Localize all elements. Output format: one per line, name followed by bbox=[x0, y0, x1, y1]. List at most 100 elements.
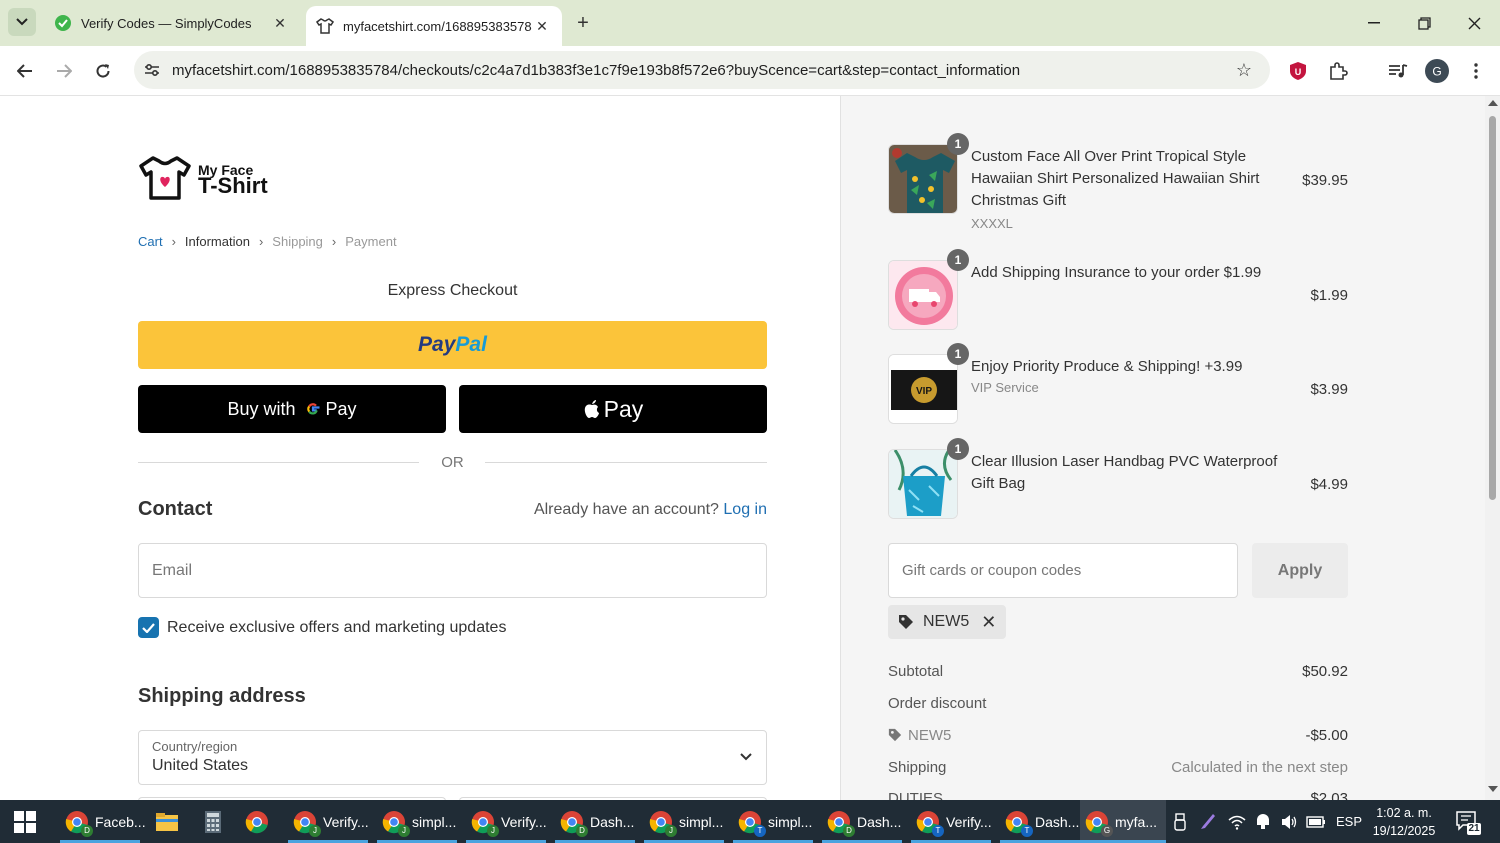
pen-icon[interactable] bbox=[1199, 813, 1217, 831]
cart-item: VIP 1 Enjoy Priority Produce & Shipping!… bbox=[888, 343, 1348, 426]
profile-badge: J bbox=[309, 824, 321, 837]
gpay-pay-text: Pay bbox=[325, 398, 357, 419]
taskbar-app-label: Verify... bbox=[946, 813, 992, 830]
extensions-puzzle-icon[interactable] bbox=[1326, 59, 1350, 83]
usb-device-icon[interactable] bbox=[1172, 812, 1188, 831]
site-settings-icon[interactable] bbox=[142, 60, 162, 80]
notification-center-icon[interactable]: 21 bbox=[1455, 809, 1481, 835]
profile-avatar[interactable]: G bbox=[1425, 59, 1449, 83]
tab-title: Verify Codes — SimplyCodes bbox=[81, 15, 252, 31]
taskbar-app[interactable]: D Dash... bbox=[822, 800, 902, 843]
marketing-checkbox-row[interactable]: Receive exclusive offers and marketing u… bbox=[138, 617, 506, 638]
bookmark-star-icon[interactable]: ☆ bbox=[1232, 58, 1256, 82]
network-icon[interactable] bbox=[1254, 813, 1272, 831]
battery-icon[interactable] bbox=[1306, 815, 1326, 828]
quantity-badge: 1 bbox=[947, 249, 969, 271]
taskbar-app[interactable]: D Dash... bbox=[555, 800, 635, 843]
duties-value: $2.03 bbox=[1310, 790, 1348, 800]
close-window-icon[interactable] bbox=[1461, 10, 1487, 36]
taskbar-app[interactable]: J Verify... bbox=[466, 800, 547, 843]
marketing-label: Receive exclusive offers and marketing u… bbox=[167, 618, 507, 636]
hawaiian-shirt-thumbnail bbox=[888, 144, 958, 214]
taskbar-app[interactable]: D Faceb... bbox=[60, 800, 146, 843]
vip-service-thumbnail: VIP bbox=[888, 354, 958, 424]
ublock-extension-icon[interactable]: U bbox=[1286, 59, 1310, 83]
discount-code-row: NEW5 -$5.00 bbox=[888, 727, 1348, 749]
breadcrumb-cart[interactable]: Cart bbox=[138, 234, 163, 249]
checkout-page: My Face T-Shirt Cart › Information › Shi… bbox=[0, 96, 1500, 800]
breadcrumb-shipping: Shipping bbox=[272, 234, 323, 249]
browser-menu-icon[interactable] bbox=[1464, 59, 1488, 83]
input-language[interactable]: ESP bbox=[1336, 814, 1362, 829]
windows-start-icon[interactable] bbox=[14, 811, 36, 833]
checkmark-icon bbox=[142, 622, 155, 633]
login-link[interactable]: Log in bbox=[723, 501, 767, 518]
taskbar-file-explorer[interactable] bbox=[150, 800, 190, 843]
shipping-address-heading: Shipping address bbox=[138, 685, 306, 707]
taskbar-app[interactable]: J Verify... bbox=[288, 800, 369, 843]
item-price: $1.99 bbox=[1310, 287, 1348, 304]
calculator-icon bbox=[205, 810, 221, 833]
paypal-button[interactable]: Pay Pal bbox=[138, 321, 767, 369]
forward-icon[interactable] bbox=[50, 57, 78, 85]
taskbar-app[interactable]: Jsimpl... bbox=[377, 800, 457, 843]
taskbar-app-label: simpl... bbox=[412, 813, 457, 830]
new-tab-button[interactable]: + bbox=[572, 12, 594, 34]
taskbar-app[interactable]: Jsimpl... bbox=[644, 800, 724, 843]
taskbar-app[interactable] bbox=[240, 800, 280, 843]
tab-search-button[interactable] bbox=[8, 8, 36, 36]
scroll-down-arrow-icon[interactable] bbox=[1488, 786, 1498, 792]
taskbar-app[interactable]: Gmyfa... bbox=[1080, 800, 1166, 843]
address-bar[interactable]: myfacetshirt.com/1688953835784/checkouts… bbox=[134, 51, 1270, 89]
tab-verify-codes[interactable]: Verify Codes — SimplyCodes ✕ bbox=[44, 6, 300, 40]
media-control-icon[interactable] bbox=[1386, 59, 1410, 83]
profile-badge: D bbox=[81, 824, 93, 837]
taskbar-app-icon bbox=[244, 809, 270, 835]
taskbar-app[interactable]: T Verify... bbox=[911, 800, 992, 843]
handbag-thumbnail bbox=[888, 449, 958, 519]
country-select[interactable]: Country/region United States bbox=[138, 730, 767, 785]
taskbar-app-icon: T bbox=[737, 809, 766, 837]
back-icon[interactable] bbox=[11, 57, 39, 85]
profile-badge: J bbox=[665, 824, 677, 837]
marketing-checkbox[interactable] bbox=[138, 617, 159, 638]
taskbar-app-icon bbox=[200, 809, 226, 835]
breadcrumb: Cart › Information › Shipping › Payment bbox=[138, 234, 397, 249]
email-field[interactable]: Email bbox=[138, 543, 767, 598]
discount-amount: -$5.00 bbox=[1305, 727, 1348, 744]
tab-myfacetshirt[interactable]: myfacetshirt.com/1688953835784 ✕ bbox=[306, 6, 562, 46]
discount-code-cell: NEW5 bbox=[888, 727, 951, 744]
system-clock[interactable]: 1:02 a. m. 19/12/2025 bbox=[1366, 804, 1442, 840]
taskbar-app[interactable]: Tsimpl... bbox=[733, 800, 813, 843]
close-tab-icon[interactable]: ✕ bbox=[532, 16, 552, 36]
minimize-icon[interactable] bbox=[1361, 10, 1387, 36]
taskbar-calculator[interactable] bbox=[196, 800, 236, 843]
reload-icon[interactable] bbox=[89, 57, 117, 85]
page-scrollbar[interactable] bbox=[1485, 96, 1500, 800]
subtotal-value: $50.92 bbox=[1302, 663, 1348, 680]
apple-pay-button[interactable]: Pay bbox=[459, 385, 767, 433]
checkout-main: My Face T-Shirt Cart › Information › Shi… bbox=[0, 96, 840, 800]
taskbar-app-label: Verify... bbox=[323, 813, 369, 830]
wifi-icon[interactable] bbox=[1228, 814, 1246, 830]
remove-discount-icon[interactable]: ✕ bbox=[981, 612, 996, 633]
paypal-logo-part-2: Pal bbox=[455, 333, 487, 356]
google-g-icon bbox=[306, 403, 319, 415]
taskbar-app[interactable]: T Dash... bbox=[1000, 800, 1080, 843]
scroll-up-arrow-icon[interactable] bbox=[1488, 100, 1498, 106]
restore-icon[interactable] bbox=[1411, 10, 1437, 36]
simplycodes-favicon-icon bbox=[54, 14, 72, 32]
google-pay-button[interactable]: Buy with Pay bbox=[138, 385, 446, 433]
apay-pay-text: Pay bbox=[603, 395, 644, 422]
apple-logo-icon bbox=[584, 400, 599, 418]
contact-heading: Contact bbox=[138, 498, 213, 520]
cart-item: 1 Custom Face All Over Print Tropical St… bbox=[888, 133, 1348, 234]
volume-icon[interactable] bbox=[1280, 814, 1298, 830]
cart-item: 1 Clear Illusion Laser Handbag PVC Water… bbox=[888, 438, 1348, 521]
apply-coupon-button[interactable]: Apply bbox=[1252, 543, 1348, 598]
coupon-input[interactable]: Gift cards or coupon codes bbox=[888, 543, 1238, 598]
profile-badge: J bbox=[398, 824, 410, 837]
scrollbar-thumb[interactable] bbox=[1489, 116, 1496, 500]
close-tab-icon[interactable]: ✕ bbox=[270, 13, 290, 33]
store-logo[interactable]: My Face T-Shirt bbox=[138, 154, 278, 202]
